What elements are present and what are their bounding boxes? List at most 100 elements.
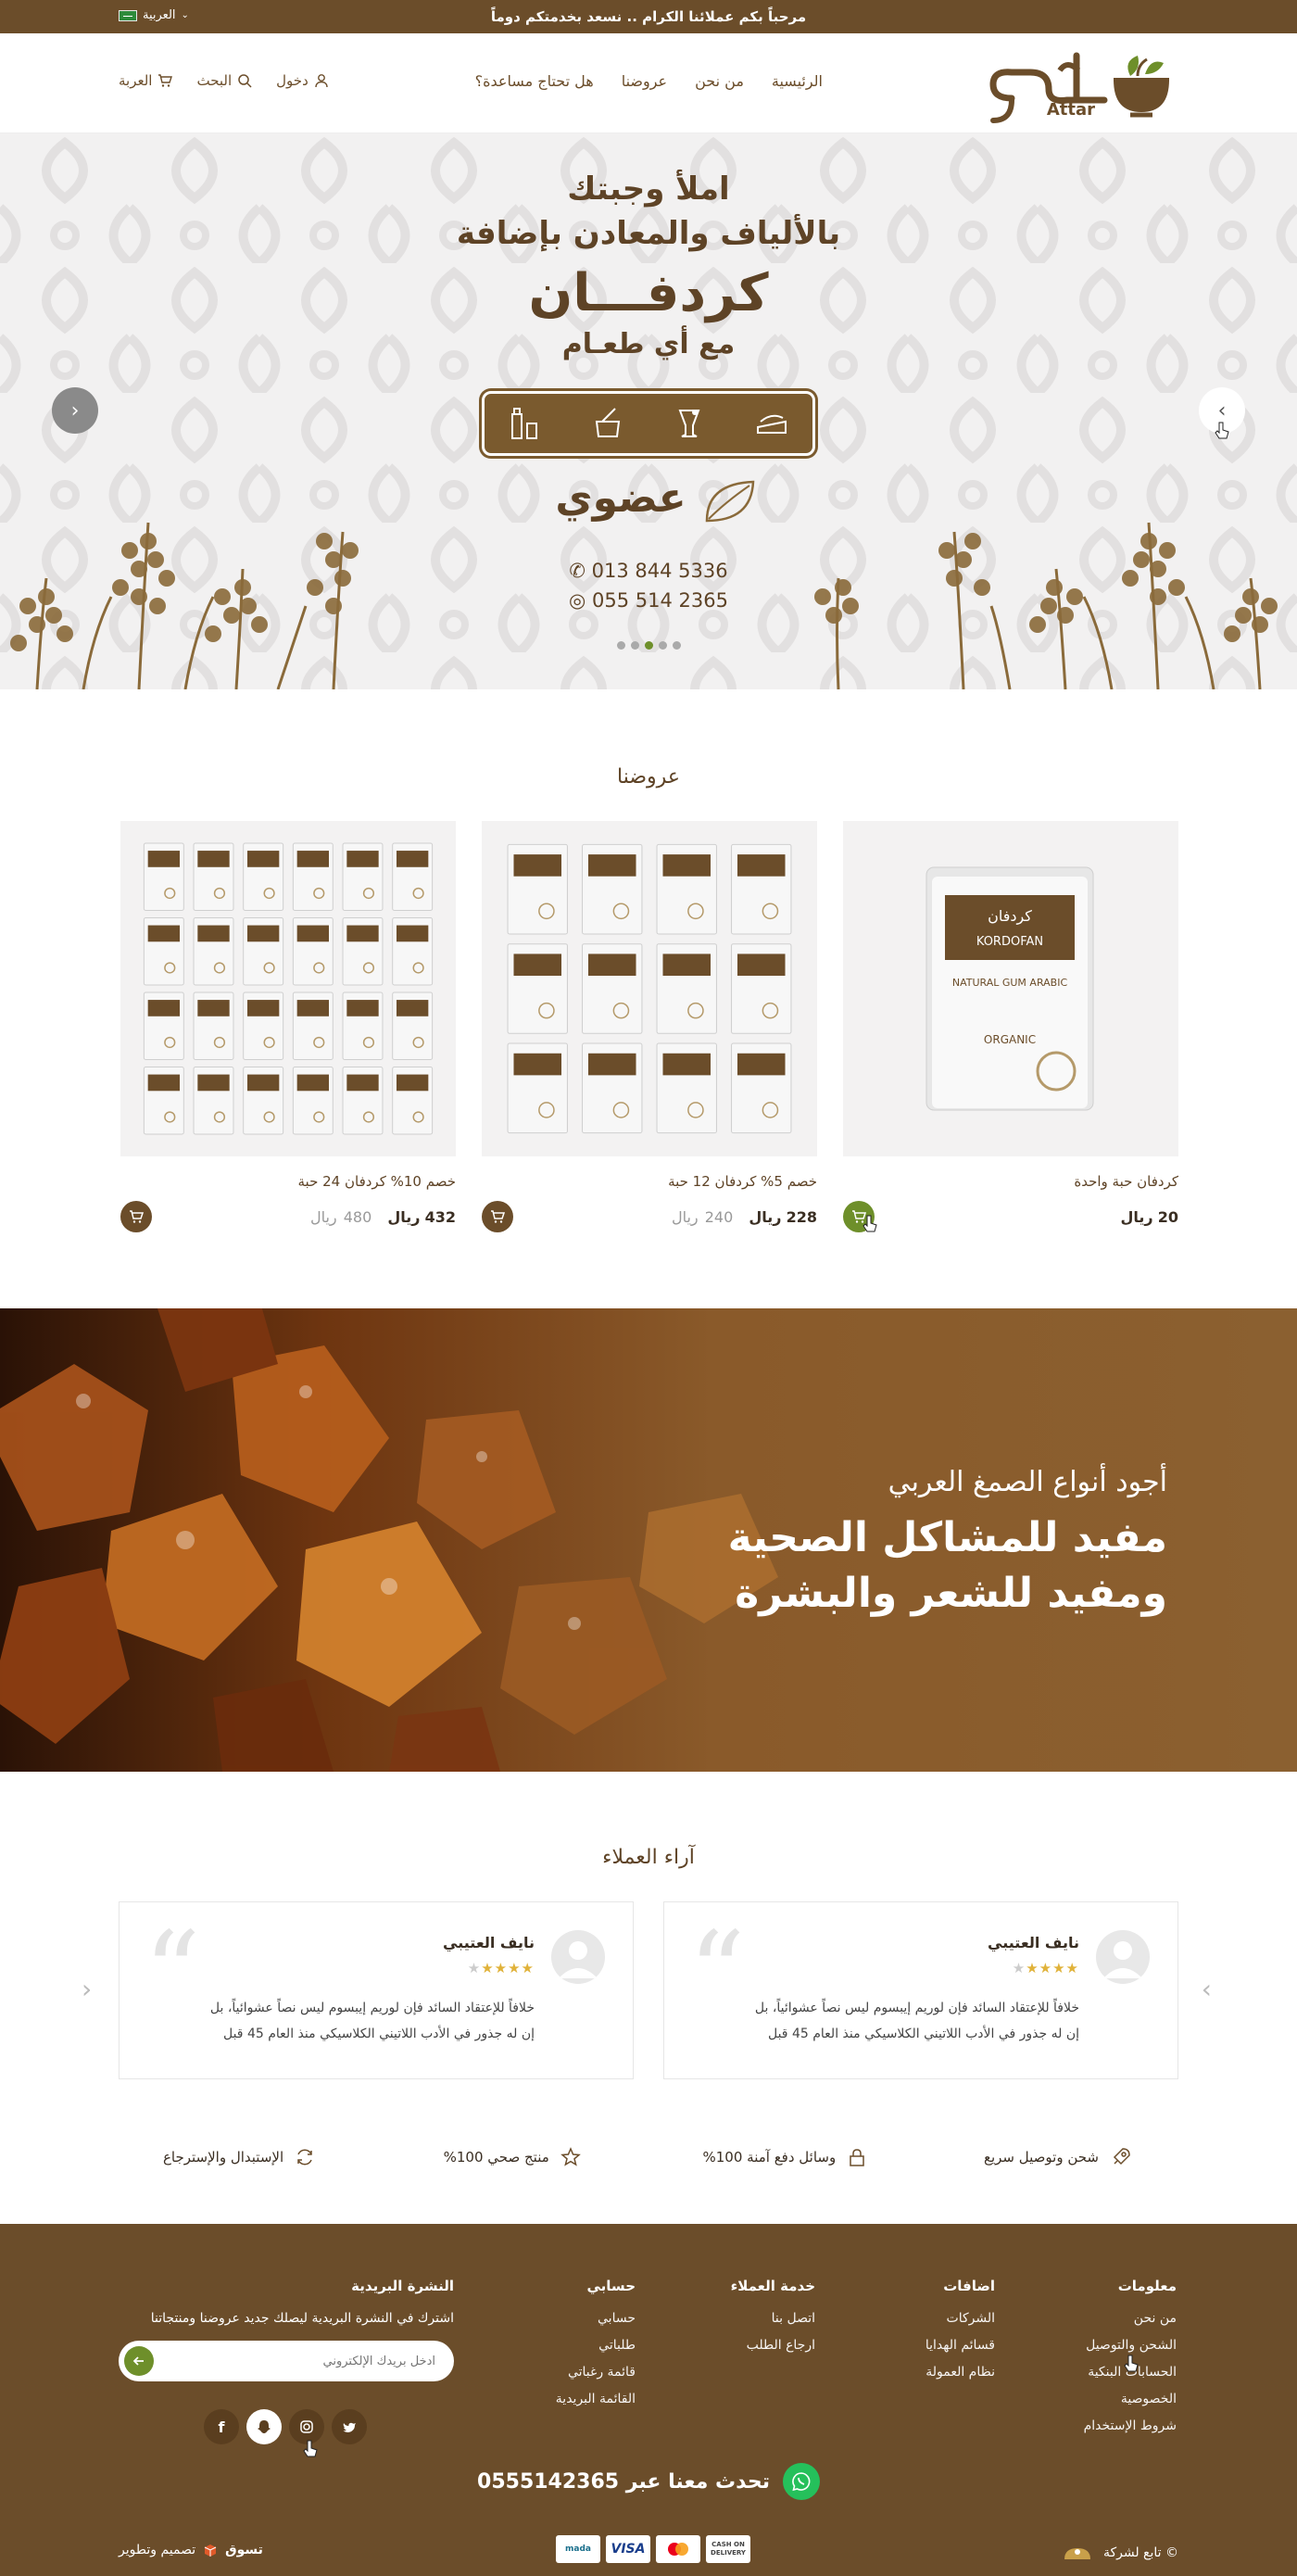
slider-dot[interactable] bbox=[630, 641, 639, 650]
cake-icon bbox=[756, 414, 787, 434]
snapchat-button[interactable] bbox=[246, 2409, 282, 2444]
company-logo-icon bbox=[1064, 2548, 1090, 2559]
newsletter-submit-button[interactable] bbox=[124, 2346, 154, 2376]
product-prices: 432 ريال 480 ريال bbox=[310, 1208, 456, 1226]
product-price: 432 bbox=[424, 1207, 456, 1226]
cart-icon bbox=[130, 1210, 144, 1223]
search-button[interactable]: البحث bbox=[196, 72, 252, 89]
svg-text:KORDOFAN: KORDOFAN bbox=[976, 935, 1043, 949]
twitter-button[interactable] bbox=[332, 2409, 367, 2444]
site-header: Attar الرئيسية من نحن عروضنا هل تحتاج مس… bbox=[0, 33, 1297, 133]
bottle-icon bbox=[511, 408, 538, 439]
product-card[interactable]: خصم 10% كردفان 24 حبة 432 ريال 480 ريال bbox=[120, 821, 456, 1232]
product-pack-single: كردفان KORDOFAN NATURAL GUM ARABIC ORGAN… bbox=[926, 866, 1094, 1111]
avatar bbox=[551, 1930, 605, 1984]
whatsapp-contact[interactable]: تحدث معنا عبر 0555142365 bbox=[0, 2463, 1297, 2500]
site-footer: معلومات من نحن الشحن والتوصيل الحسابات ا… bbox=[0, 2224, 1297, 2576]
product-card[interactable]: كردفان KORDOFAN NATURAL GUM ARABIC ORGAN… bbox=[843, 821, 1178, 1232]
product-price-row: 432 ريال 480 ريال bbox=[120, 1201, 456, 1232]
quote-icon: “ bbox=[144, 1909, 201, 2038]
footer-link[interactable]: شروط الإستخدام bbox=[1084, 2418, 1177, 2433]
add-to-cart-button[interactable] bbox=[482, 1201, 513, 1232]
testimonial-name: نايف العتيبي bbox=[443, 1934, 535, 1951]
testimonials-next-arrow[interactable]: › bbox=[1202, 1974, 1212, 2004]
feature-item: شحن وتوصيل سريع bbox=[938, 2146, 1178, 2168]
credit-brand: تسوق bbox=[225, 2543, 263, 2557]
footer-column-account: حسابي حسابي طلباتي قائمة رغباتي القائمة … bbox=[556, 2278, 636, 2418]
product-pack-thumb bbox=[507, 1042, 568, 1134]
product-card[interactable]: خصم 5% كردفان 12 حبة 228 ريال 240 ريال bbox=[482, 821, 817, 1232]
footer-link[interactable]: اتصل بنا bbox=[731, 2311, 815, 2326]
feature-label: شحن وتوصيل سريع bbox=[984, 2149, 1099, 2166]
nav-offers[interactable]: عروضنا bbox=[622, 72, 667, 90]
user-icon bbox=[315, 74, 328, 88]
slider-dot[interactable] bbox=[616, 641, 625, 650]
testimonials-prev-arrow[interactable]: ‹ bbox=[82, 1974, 92, 2004]
product-pack-thumb bbox=[292, 842, 334, 911]
visa-card-icon: VISA bbox=[606, 2535, 650, 2563]
footer-link[interactable]: القائمة البريدية bbox=[556, 2392, 636, 2406]
newsletter-email-input[interactable] bbox=[165, 2350, 435, 2372]
slider-prev-button[interactable]: ‹ bbox=[52, 387, 98, 434]
product-price-row: 20 ريال bbox=[843, 1201, 1178, 1232]
footer-link[interactable]: الخصوصية bbox=[1084, 2392, 1177, 2406]
chevron-right-icon: › bbox=[1217, 398, 1227, 423]
nav-home[interactable]: الرئيسية bbox=[772, 72, 823, 90]
box-icon bbox=[204, 2544, 217, 2557]
features-strip: شحن وتوصيل سريع وسائل دفع آمنة 100% منتج… bbox=[119, 2146, 1178, 2168]
product-name[interactable]: خصم 5% كردفان 12 حبة bbox=[482, 1173, 817, 1190]
newsletter-title: النشرة البريدية bbox=[351, 2278, 454, 2294]
slider-dot[interactable] bbox=[658, 641, 667, 650]
slider-dot-active[interactable] bbox=[644, 641, 653, 650]
product-name[interactable]: كردفان حبة واحدة bbox=[843, 1173, 1178, 1190]
slider-dot[interactable] bbox=[672, 641, 681, 650]
product-currency: ريال bbox=[1120, 1207, 1153, 1226]
product-image[interactable] bbox=[482, 821, 817, 1156]
footer-link[interactable]: الشركات bbox=[926, 2311, 995, 2326]
product-pack-thumb bbox=[143, 917, 184, 986]
add-to-cart-button[interactable] bbox=[120, 1201, 152, 1232]
search-icon bbox=[238, 74, 252, 88]
main-nav: الرئيسية من نحن عروضنا هل تحتاج مساعدة؟ bbox=[475, 72, 823, 90]
footer-link[interactable]: ارجاع الطلب bbox=[731, 2338, 815, 2353]
cart-icon bbox=[491, 1210, 505, 1223]
announcement-text: مرحباً بكم عملائنا الكرام .. نسعد بخدمتك… bbox=[490, 8, 807, 25]
hero-brand: عضوي bbox=[0, 474, 1297, 523]
product-price: 20 bbox=[1157, 1207, 1178, 1226]
footer-link[interactable]: نظام العمولة bbox=[926, 2365, 995, 2380]
facebook-button[interactable]: f bbox=[204, 2409, 239, 2444]
star-icon bbox=[560, 2147, 581, 2166]
nav-help[interactable]: هل تحتاج مساعدة؟ bbox=[475, 72, 594, 90]
product-pack-thumb bbox=[392, 991, 434, 1060]
footer-link[interactable]: قسائم الهدايا bbox=[926, 2338, 995, 2353]
language-switcher[interactable]: ⌄ العربية bbox=[119, 8, 189, 22]
footer-link[interactable]: حسابي bbox=[556, 2311, 636, 2326]
copyright-text: © تابع لشركة bbox=[1102, 2545, 1178, 2560]
footer-link[interactable]: الشحن والتوصيل bbox=[1084, 2338, 1177, 2353]
login-button[interactable]: دخول bbox=[276, 72, 329, 89]
product-old-currency: ريال bbox=[671, 1207, 699, 1226]
footer-link[interactable]: طلباتي bbox=[556, 2338, 636, 2353]
product-name[interactable]: خصم 10% كردفان 24 حبة bbox=[120, 1173, 456, 1190]
cart-button[interactable]: العربة bbox=[119, 72, 173, 89]
bowl-icon bbox=[595, 408, 620, 437]
testimonials-title: آراء العملاء bbox=[602, 1846, 695, 1869]
product-prices: 228 ريال 240 ريال bbox=[672, 1208, 817, 1226]
product-pack-thumb bbox=[292, 1067, 334, 1135]
developer-credit[interactable]: تصميم وتطوير تسوق bbox=[119, 2543, 263, 2557]
product-pack-thumb bbox=[342, 991, 384, 1060]
product-pack-thumb bbox=[656, 943, 717, 1034]
nav-about[interactable]: من نحن bbox=[695, 72, 744, 90]
site-logo[interactable]: Attar bbox=[975, 43, 1178, 126]
mouse-pointer-icon bbox=[1124, 2355, 1139, 2372]
product-pack-thumb bbox=[193, 842, 234, 911]
feature-item: الإستبدال والإسترجاع bbox=[119, 2146, 359, 2168]
product-pack-thumb bbox=[582, 1042, 643, 1134]
promo-banner: أجود أنواع الصمغ العربي مفيد للمشاكل الص… bbox=[0, 1308, 1297, 1772]
testimonial-text: خلافاً للإعتقاد السائد فإن لوريم إيبسوم … bbox=[209, 2001, 535, 2041]
product-image[interactable]: كردفان KORDOFAN NATURAL GUM ARABIC ORGAN… bbox=[843, 821, 1178, 1156]
footer-link[interactable]: من نحن bbox=[1084, 2311, 1177, 2326]
svg-text:ORGANIC: ORGANIC bbox=[984, 1033, 1036, 1046]
product-image[interactable] bbox=[120, 821, 456, 1156]
footer-link[interactable]: قائمة رغباتي bbox=[556, 2365, 636, 2380]
